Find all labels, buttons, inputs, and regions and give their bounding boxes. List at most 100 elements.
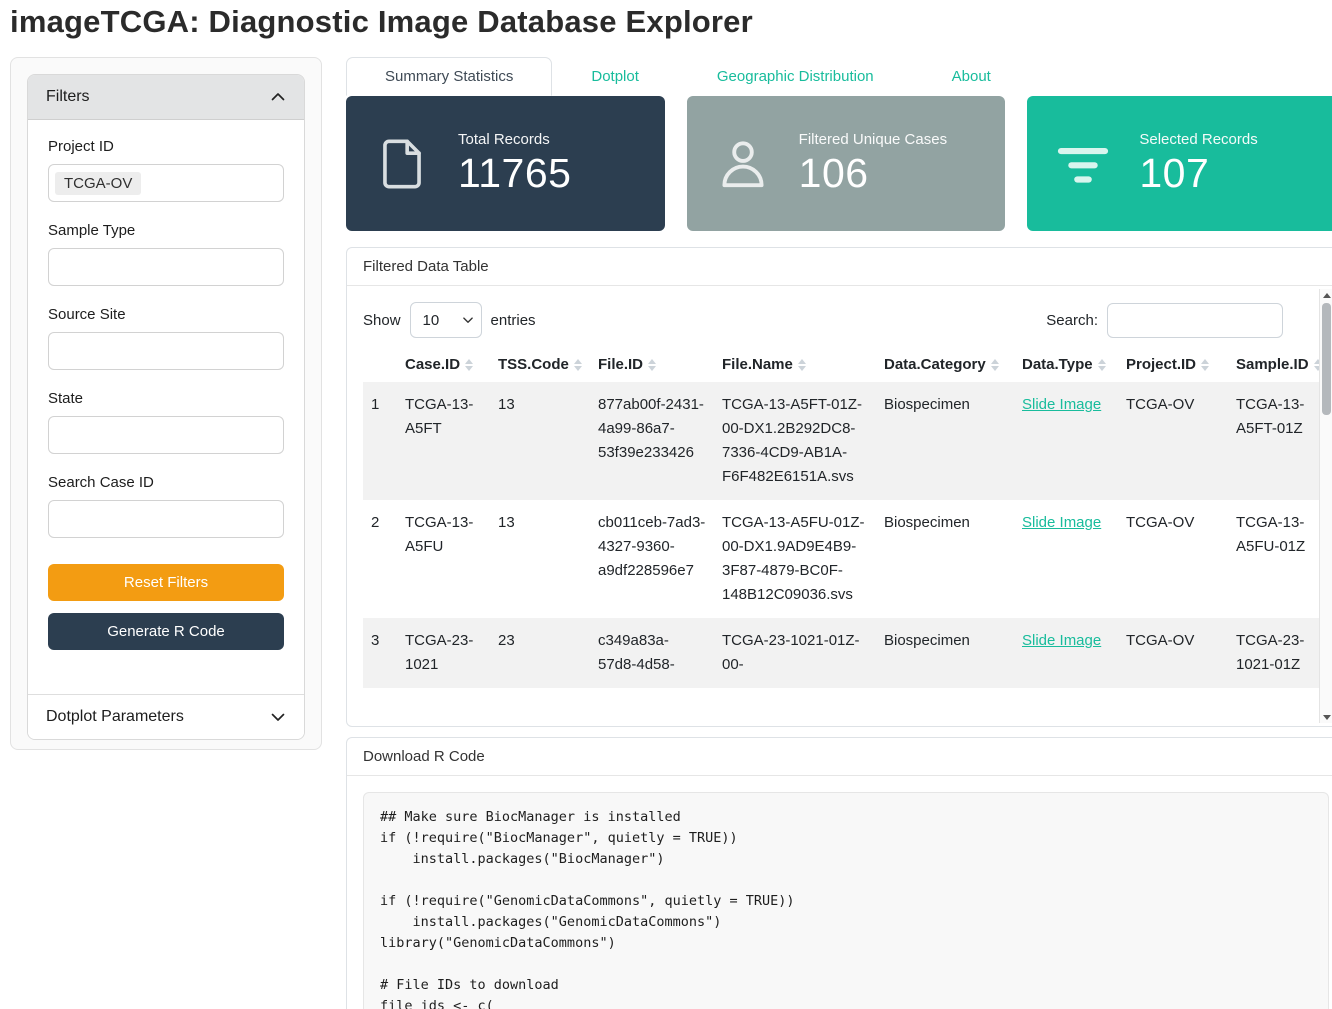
row-index: 2 [363, 500, 397, 618]
state-label: State [48, 390, 284, 407]
col-case-id[interactable]: Case.ID [397, 349, 490, 382]
search-label: Search: [1046, 312, 1098, 329]
slide-image-link[interactable]: Slide Image [1022, 514, 1101, 531]
r-code-block: ## Make sure BiocManager is installed if… [363, 792, 1329, 1009]
sort-icon [1201, 359, 1209, 371]
search-case-id-input[interactable] [48, 500, 284, 538]
sample-type-label: Sample Type [48, 222, 284, 239]
scrollbar-up-arrow-icon[interactable] [1320, 289, 1332, 301]
filters-accordion-title: Filters [46, 88, 90, 106]
page-length-select[interactable]: 10 [410, 302, 482, 338]
filtered-unique-cases-label: Filtered Unique Cases [799, 131, 947, 148]
col-sample-id[interactable]: Sample.ID [1228, 349, 1332, 382]
cell-data-category: Biospecimen [876, 382, 1014, 500]
tab-geographic-distribution[interactable]: Geographic Distribution [678, 57, 913, 96]
cell-file-id: cb011ceb-7ad3-4327-9360-a9df228596e7 [590, 500, 714, 618]
datatable-controls: Show 10 entries Search: [363, 302, 1329, 338]
cell-data-category: Biospecimen [876, 500, 1014, 618]
slide-image-link[interactable]: Slide Image [1022, 396, 1101, 413]
main-content: Summary Statistics Dotplot Geographic Di… [346, 57, 1332, 1009]
filtered-unique-cases-value: 106 [799, 150, 947, 197]
cell-project-id: TCGA-OV [1118, 618, 1228, 688]
tab-dotplot[interactable]: Dotplot [552, 57, 678, 96]
cell-file-name: TCGA-13-A5FT-01Z-00-DX1.2B292DC8-7336-4C… [714, 382, 876, 500]
cell-sample-id: TCGA-23-1021-01Z [1228, 618, 1332, 688]
cell-case-id: TCGA-23-1021 [397, 618, 490, 688]
cell-sample-id: TCGA-13-A5FT-01Z [1228, 382, 1332, 500]
project-id-input[interactable]: TCGA-OV [48, 164, 284, 202]
filters-accordion-header[interactable]: Filters [28, 75, 304, 120]
cell-file-name: TCGA-23-1021-01Z-00- [714, 618, 876, 688]
total-records-label: Total Records [458, 131, 571, 148]
col-project-id[interactable]: Project.ID [1118, 349, 1228, 382]
selected-records-label: Selected Records [1139, 131, 1257, 148]
tab-bar: Summary Statistics Dotplot Geographic Di… [346, 57, 1332, 96]
col-file-id[interactable]: File.ID [590, 349, 714, 382]
reset-filters-button[interactable]: Reset Filters [48, 564, 284, 601]
scrollbar-thumb[interactable] [1322, 303, 1331, 415]
filtered-data-table: Case.ID TSS.Code File.ID File.Name Data.… [363, 349, 1332, 688]
cell-file-name: TCGA-13-A5FU-01Z-00-DX1.9AD9E4B9-3F87-48… [714, 500, 876, 618]
project-id-label: Project ID [48, 138, 284, 155]
dotplot-parameters-accordion-header[interactable]: Dotplot Parameters [28, 694, 304, 739]
entries-label: entries [491, 312, 536, 329]
file-icon [346, 133, 458, 195]
download-r-code-card: Download R Code ## Make sure BiocManager… [346, 737, 1332, 1009]
dotplot-parameters-title: Dotplot Parameters [46, 708, 184, 726]
download-r-code-header: Download R Code [347, 738, 1332, 776]
tab-summary-statistics[interactable]: Summary Statistics [346, 57, 552, 96]
cell-file-id: c349a83a-57d8-4d58- [590, 618, 714, 688]
slide-image-link[interactable]: Slide Image [1022, 632, 1101, 649]
cell-case-id: TCGA-13-A5FT [397, 382, 490, 500]
source-site-label: Source Site [48, 306, 284, 323]
tab-about[interactable]: About [913, 57, 1030, 96]
col-index[interactable] [363, 349, 397, 382]
sort-icon [648, 359, 656, 371]
selected-records-card: Selected Records 107 [1027, 96, 1332, 231]
project-id-token[interactable]: TCGA-OV [55, 172, 141, 195]
state-input[interactable] [48, 416, 284, 454]
show-label: Show [363, 312, 401, 329]
table-row: 1 TCGA-13-A5FT 13 877ab00f-2431-4a99-86a… [363, 382, 1332, 500]
filters-accordion-body: Project ID TCGA-OV Sample Type Source Si… [28, 120, 304, 694]
sidebar-accordion: Filters Project ID TCGA-OV Sample Type S… [27, 74, 305, 740]
filter-icon [1027, 133, 1139, 195]
filtered-data-table-header: Filtered Data Table [347, 248, 1332, 286]
col-data-category[interactable]: Data.Category [876, 349, 1014, 382]
sort-icon [1098, 359, 1106, 371]
cell-sample-id: TCGA-13-A5FU-01Z [1228, 500, 1332, 618]
col-data-type[interactable]: Data.Type [1014, 349, 1118, 382]
table-search-input[interactable] [1107, 303, 1283, 338]
cell-tss-code: 13 [490, 500, 590, 618]
col-tss-code[interactable]: TSS.Code [490, 349, 590, 382]
filtered-data-table-body: Show 10 entries Search: [347, 286, 1332, 704]
table-row: 3 TCGA-23-1021 23 c349a83a-57d8-4d58- TC… [363, 618, 1332, 688]
chevron-down-icon [270, 709, 286, 725]
search-case-id-label: Search Case ID [48, 474, 284, 491]
scrollbar-down-arrow-icon[interactable] [1320, 711, 1332, 723]
filtered-data-table-card: Filtered Data Table Show 10 entries [346, 247, 1332, 727]
selected-records-value: 107 [1139, 150, 1257, 197]
chevron-up-icon [270, 89, 286, 105]
filters-sidebar: Filters Project ID TCGA-OV Sample Type S… [10, 57, 322, 750]
cell-data-category: Biospecimen [876, 618, 1014, 688]
cell-file-id: 877ab00f-2431-4a99-86a7-53f39e233426 [590, 382, 714, 500]
total-records-card: Total Records 11765 [346, 96, 665, 231]
source-site-input[interactable] [48, 332, 284, 370]
person-icon [687, 133, 799, 195]
table-header-row: Case.ID TSS.Code File.ID File.Name Data.… [363, 349, 1332, 382]
table-scrollbar[interactable] [1319, 289, 1332, 723]
cell-project-id: TCGA-OV [1118, 382, 1228, 500]
sort-icon [465, 359, 473, 371]
cell-project-id: TCGA-OV [1118, 500, 1228, 618]
cell-tss-code: 13 [490, 382, 590, 500]
row-index: 3 [363, 618, 397, 688]
table-row: 2 TCGA-13-A5FU 13 cb011ceb-7ad3-4327-936… [363, 500, 1332, 618]
col-file-name[interactable]: File.Name [714, 349, 876, 382]
row-index: 1 [363, 382, 397, 500]
sample-type-input[interactable] [48, 248, 284, 286]
filtered-unique-cases-card: Filtered Unique Cases 106 [687, 96, 1006, 231]
generate-r-code-button[interactable]: Generate R Code [48, 613, 284, 650]
cell-case-id: TCGA-13-A5FU [397, 500, 490, 618]
sort-icon [798, 359, 806, 371]
